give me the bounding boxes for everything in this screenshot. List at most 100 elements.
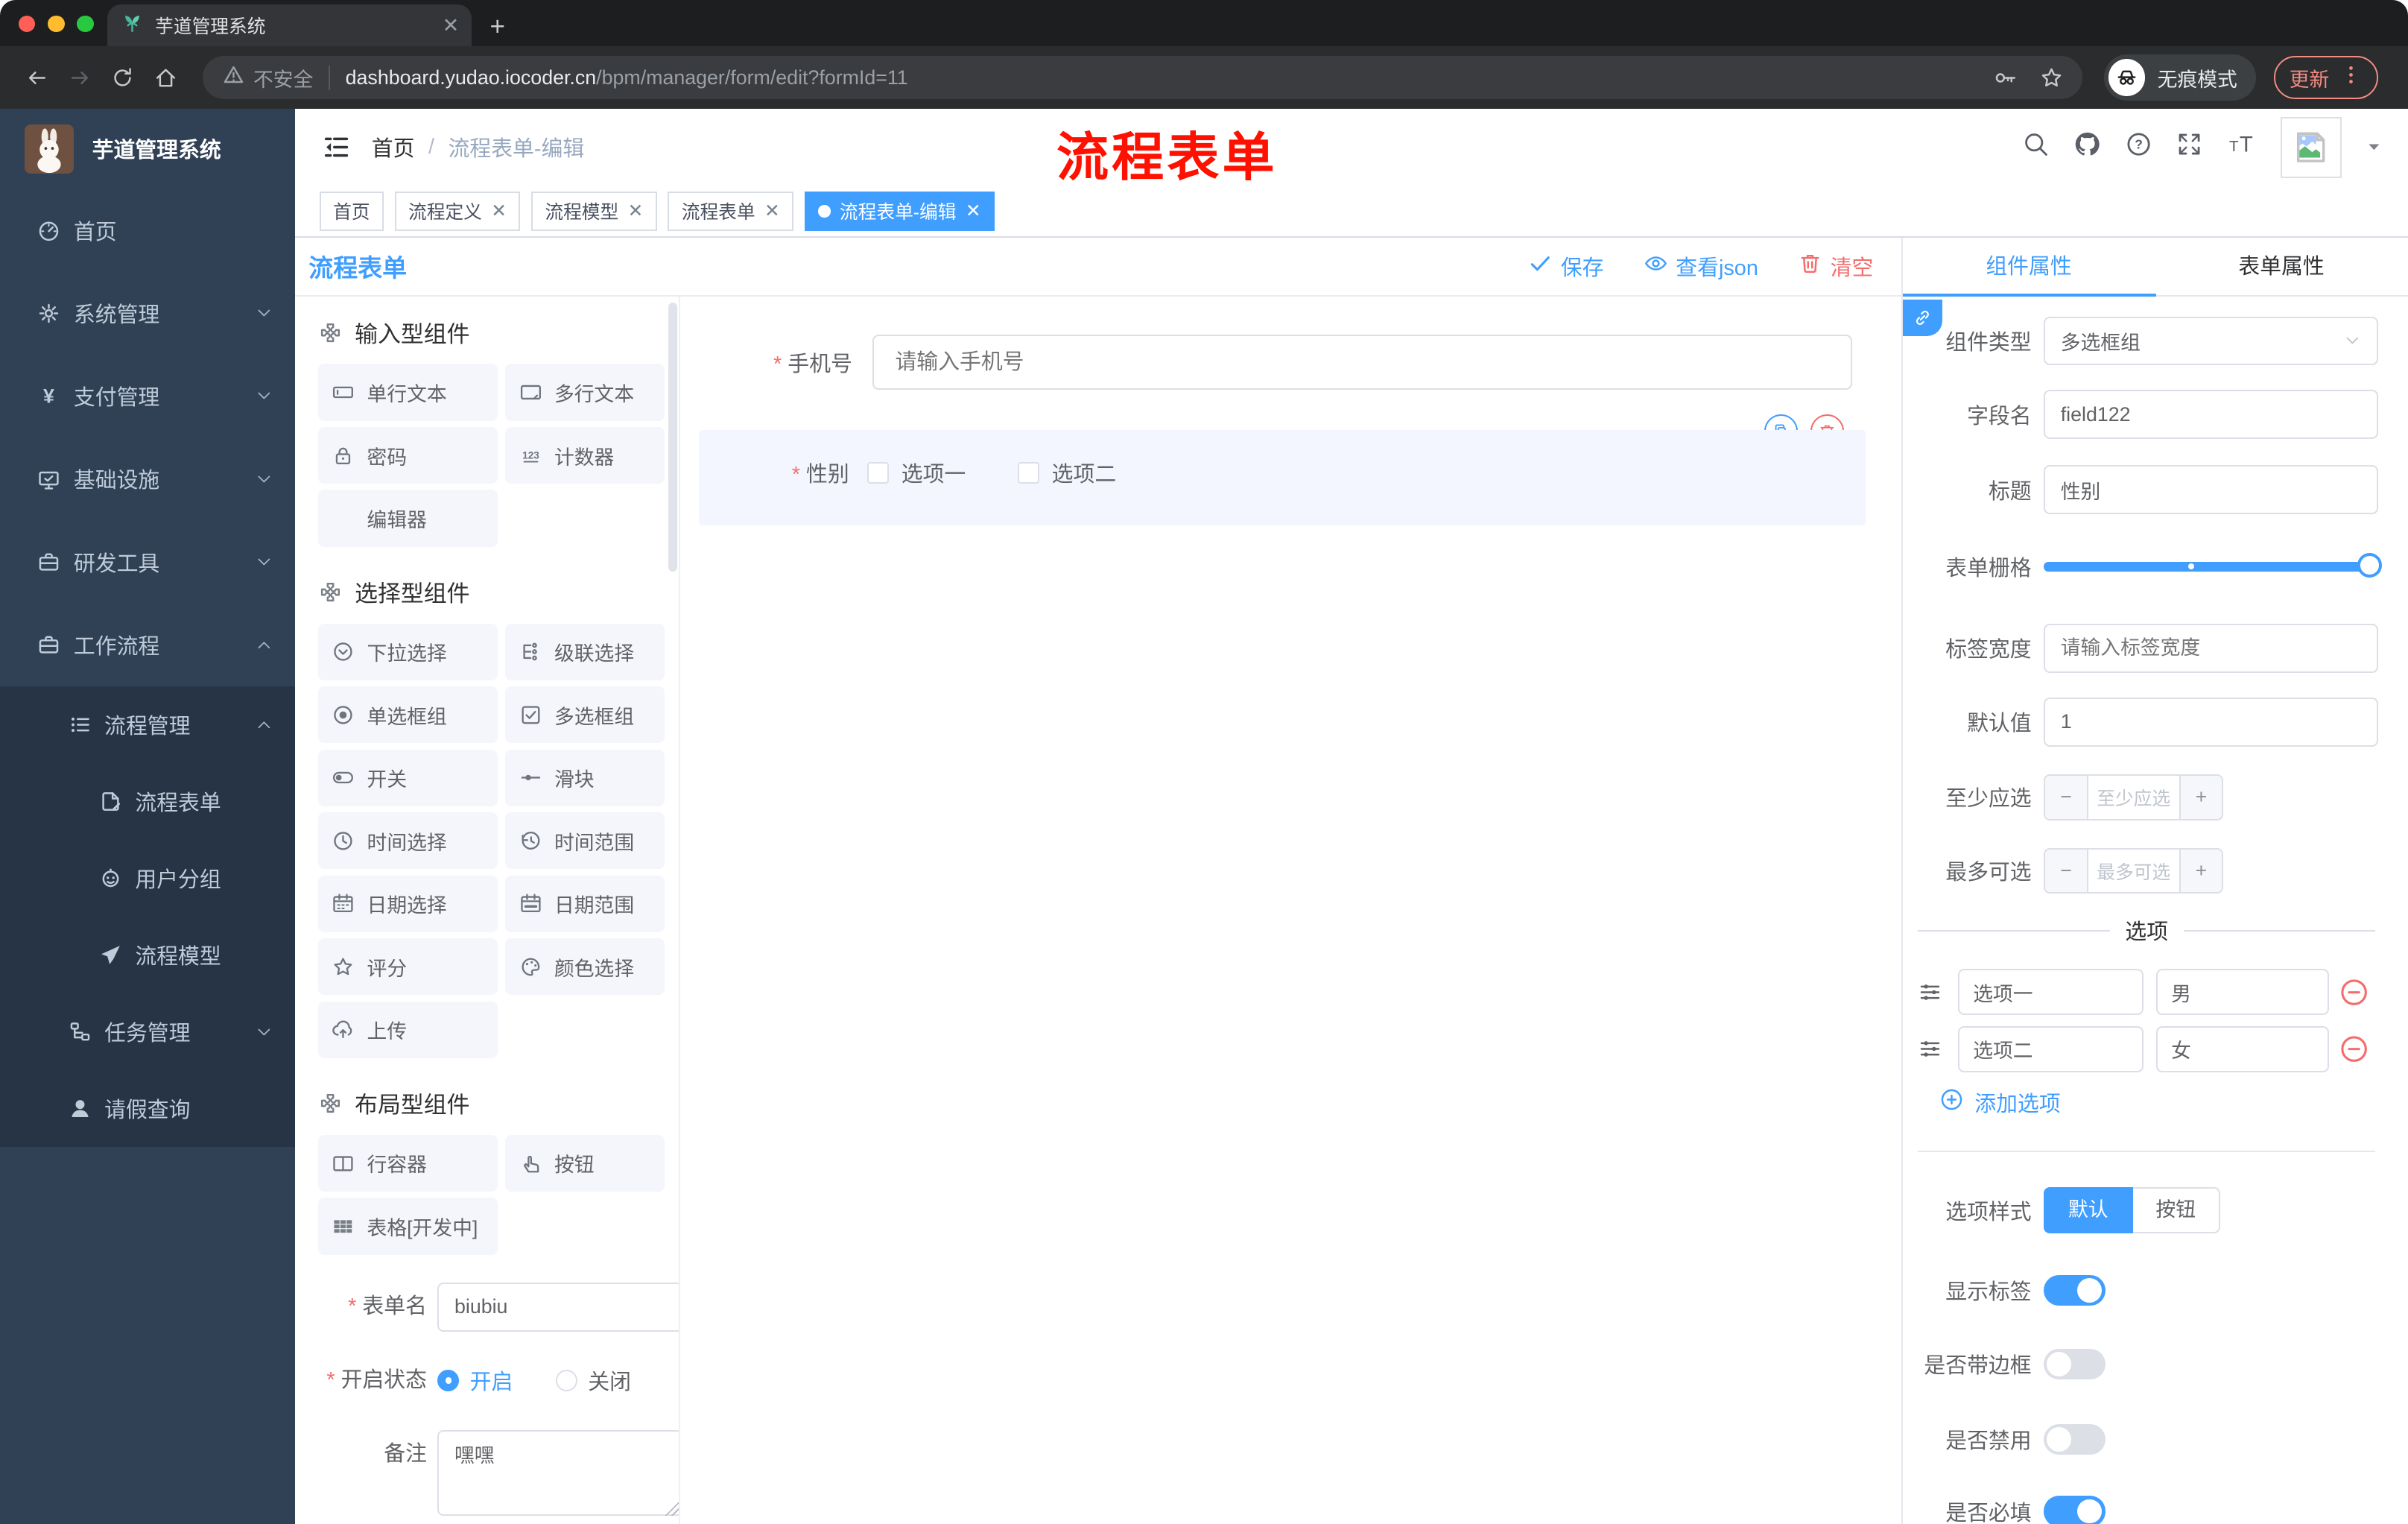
- status-off-radio[interactable]: 关闭: [556, 1365, 631, 1396]
- minimize-window-button[interactable]: [47, 15, 65, 33]
- tab-component-props[interactable]: 组件属性: [1903, 238, 2155, 294]
- close-tag-icon[interactable]: ✕: [764, 200, 780, 222]
- reload-icon[interactable]: [101, 66, 145, 90]
- toggle-switch[interactable]: [2044, 1423, 2106, 1455]
- sidebar-subitem-0[interactable]: 流程管理: [0, 686, 295, 763]
- gender-checkbox-0[interactable]: 选项一: [867, 458, 966, 488]
- help-icon[interactable]: ?: [2125, 130, 2152, 164]
- browser-menu-icon[interactable]: [2339, 63, 2363, 92]
- phone-field-input[interactable]: [872, 335, 1852, 391]
- tag-view-2[interactable]: 流程模型 ✕: [530, 191, 657, 232]
- field-name-input[interactable]: [2044, 390, 2379, 440]
- new-tab-button[interactable]: +: [489, 12, 504, 46]
- component-chip-hand[interactable]: 按钮: [505, 1134, 665, 1192]
- component-chip-row[interactable]: 行容器: [317, 1134, 498, 1192]
- style-default-button[interactable]: 默认: [2044, 1187, 2133, 1233]
- tag-view-0[interactable]: 首页: [319, 191, 384, 232]
- view-json-button[interactable]: 查看json: [1644, 251, 1758, 282]
- stepper-plus-button[interactable]: +: [2179, 775, 2222, 819]
- form-name-input[interactable]: [437, 1282, 679, 1332]
- forward-icon[interactable]: [58, 66, 101, 90]
- component-type-select[interactable]: 多选框组: [2044, 316, 2379, 366]
- component-chip-input[interactable]: 单行文本: [317, 364, 498, 421]
- resize-grip[interactable]: [665, 1502, 679, 1516]
- left-panel-scrollbar[interactable]: [668, 302, 677, 572]
- component-chip-radio[interactable]: 单选框组: [317, 686, 498, 744]
- back-icon[interactable]: [16, 66, 59, 90]
- home-icon[interactable]: [145, 66, 188, 90]
- component-chip-select[interactable]: 下拉选择: [317, 623, 498, 680]
- tag-view-3[interactable]: 流程表单 ✕: [668, 191, 794, 232]
- gender-checkbox-1[interactable]: 选项二: [1018, 458, 1116, 488]
- sidebar-subitem-4[interactable]: 任务管理: [0, 993, 295, 1070]
- user-avatar[interactable]: [2280, 116, 2342, 179]
- sidebar-logo[interactable]: 芋道管理系统: [0, 109, 295, 189]
- component-chip-switch[interactable]: 开关: [317, 749, 498, 806]
- component-chip-lock[interactable]: 密码: [317, 426, 498, 484]
- zoom-window-button[interactable]: [77, 15, 94, 33]
- min-select-placeholder[interactable]: 至少应选: [2088, 776, 2179, 819]
- checkbox-icon[interactable]: [1018, 462, 1040, 484]
- status-on-radio[interactable]: 开启: [437, 1365, 513, 1396]
- component-chip-counter[interactable]: 123 计数器: [505, 426, 665, 484]
- sidebar-item-4[interactable]: 研发工具: [0, 521, 295, 604]
- component-chip-none[interactable]: 编辑器: [317, 490, 498, 547]
- component-chip-date-range[interactable]: 日期范围: [505, 875, 665, 932]
- component-chip-upload[interactable]: 上传: [317, 1001, 498, 1058]
- sidebar-subitem-3[interactable]: 流程模型: [0, 917, 295, 993]
- toggle-switch[interactable]: [2044, 1496, 2106, 1524]
- component-chip-color[interactable]: 颜色选择: [505, 938, 665, 996]
- close-tag-icon[interactable]: ✕: [966, 200, 981, 222]
- toggle-switch[interactable]: [2044, 1348, 2106, 1379]
- label-width-input[interactable]: [2044, 623, 2379, 673]
- form-remark-textarea[interactable]: 嘿嘿: [437, 1429, 679, 1516]
- slider-handle[interactable]: [2357, 552, 2382, 578]
- macos-window-controls[interactable]: [18, 15, 94, 33]
- default-value-input[interactable]: [2044, 697, 2379, 747]
- component-chip-date[interactable]: 日期选择: [317, 875, 498, 932]
- remove-option-icon[interactable]: [2339, 977, 2369, 1008]
- component-chip-time-range[interactable]: 时间范围: [505, 812, 665, 870]
- update-browser-button[interactable]: 更新: [2274, 56, 2379, 99]
- close-tag-icon[interactable]: ✕: [491, 200, 507, 222]
- component-chip-star[interactable]: 评分: [317, 938, 498, 996]
- option-value-input[interactable]: [2155, 969, 2330, 1016]
- url-bar[interactable]: 不安全 dashboard.yudao.iocoder.cn /bpm/mana…: [203, 56, 2082, 99]
- toggle-switch[interactable]: [2044, 1274, 2106, 1306]
- sidebar-item-2[interactable]: ¥ 支付管理: [0, 355, 295, 437]
- password-key-icon[interactable]: [1993, 66, 2018, 90]
- close-window-button[interactable]: [18, 15, 36, 33]
- option-value-input[interactable]: [2155, 1025, 2330, 1072]
- sidebar-item-0[interactable]: 首页: [0, 189, 295, 272]
- form-canvas[interactable]: 手机号 性别 选项一 选项二: [680, 296, 1901, 1524]
- tab-close-icon[interactable]: ✕: [443, 14, 459, 37]
- collapse-sidebar-icon[interactable]: [323, 133, 350, 161]
- stepper-minus-button[interactable]: −: [2045, 849, 2088, 893]
- form-grid-slider[interactable]: [2044, 552, 2382, 581]
- component-chip-checkbox[interactable]: 多选框组: [505, 686, 665, 744]
- stepper-minus-button[interactable]: −: [2045, 775, 2088, 819]
- github-icon[interactable]: [2073, 130, 2102, 165]
- sidebar-subitem-5[interactable]: 请假查询: [0, 1070, 295, 1147]
- sidebar-item-1[interactable]: 系统管理: [0, 272, 295, 355]
- tag-view-4[interactable]: 流程表单-编辑 ✕: [804, 191, 995, 232]
- sidebar-subitem-1[interactable]: 流程表单: [0, 763, 295, 840]
- bookmark-star-icon[interactable]: [2039, 66, 2064, 90]
- sidebar-item-3[interactable]: 基础设施: [0, 437, 295, 520]
- style-button-button[interactable]: 按钮: [2132, 1187, 2220, 1233]
- save-button[interactable]: 保存: [1528, 251, 1603, 282]
- clear-button[interactable]: 清空: [1798, 251, 1873, 282]
- sidebar-subitem-2[interactable]: 用户分组: [0, 840, 295, 917]
- component-chip-time[interactable]: 时间选择: [317, 812, 498, 870]
- option-name-input[interactable]: [1957, 969, 2144, 1016]
- tab-form-props[interactable]: 表单属性: [2155, 238, 2408, 294]
- option-name-input[interactable]: [1957, 1025, 2144, 1072]
- title-input[interactable]: [2044, 465, 2379, 515]
- component-chip-textarea[interactable]: 多行文本: [505, 364, 665, 421]
- browser-tab[interactable]: 芋道管理系统 ✕: [107, 4, 472, 46]
- stepper-plus-button[interactable]: +: [2179, 849, 2222, 893]
- breadcrumb-home[interactable]: 首页: [372, 132, 415, 162]
- tag-view-1[interactable]: 流程定义 ✕: [394, 191, 521, 232]
- close-tag-icon[interactable]: ✕: [628, 200, 644, 222]
- security-status[interactable]: 不安全: [221, 63, 313, 92]
